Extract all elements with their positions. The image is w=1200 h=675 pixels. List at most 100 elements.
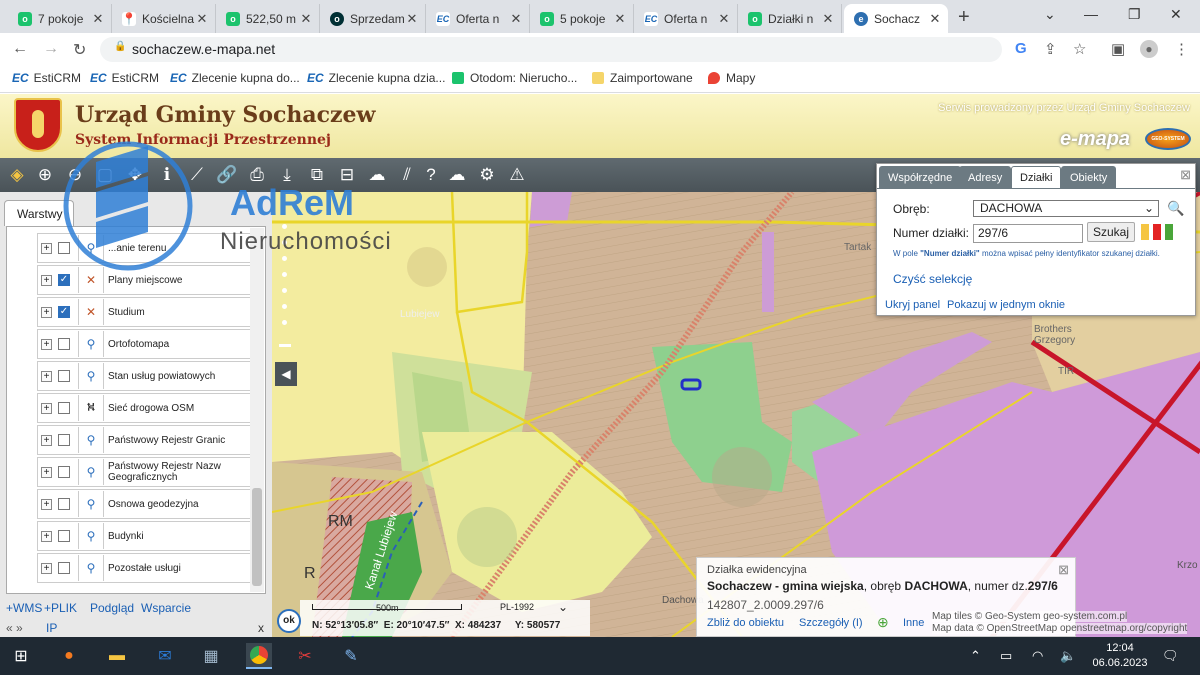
tiles-attribution[interactable]: Map tiles © Geo-System geo-system.com.pl (932, 611, 1128, 622)
details-link[interactable]: Szczegóły (I) (799, 617, 863, 629)
expand-icon[interactable]: + (41, 370, 52, 382)
browser-tab[interactable]: EC Oferta n ✕ (426, 4, 530, 33)
layers-icon[interactable]: ◈ (6, 164, 28, 186)
battery-icon[interactable]: ▭ (1000, 648, 1012, 664)
data-attribution[interactable]: Map data © OpenStreetMap openstreetmap.o… (932, 623, 1188, 634)
hatch-icon[interactable]: ⫽ (396, 164, 418, 186)
expand-icon[interactable]: + (41, 338, 52, 350)
side-panel-icon[interactable]: ▣ (1111, 40, 1125, 58)
close-icon[interactable]: ✕ (928, 11, 942, 27)
expand-icon[interactable]: + (41, 530, 52, 542)
expand-icon[interactable]: + (41, 434, 52, 446)
zoom-step[interactable] (282, 288, 287, 293)
tab-dzialki[interactable]: Działki (1011, 166, 1062, 188)
zoom-handle[interactable] (279, 344, 291, 347)
single-window-link[interactable]: Pokazuj w jednym oknie (947, 299, 1065, 311)
file-explorer-icon[interactable]: ▬ (106, 645, 128, 667)
layer-checkbox[interactable] (58, 466, 70, 478)
expand-icon[interactable]: + (41, 306, 52, 318)
zoom-step[interactable] (282, 272, 287, 277)
layer-row[interactable]: + ✓ ✕ Studium (37, 297, 253, 327)
close-icon[interactable]: ✕ (821, 11, 835, 27)
reload-icon[interactable]: ↻ (73, 40, 86, 60)
menu-kebab-icon[interactable]: ⋮ (1174, 40, 1189, 58)
close-panel-icon[interactable]: ⊠ (1180, 167, 1191, 183)
browser-tab[interactable]: o Działki n ✕ (738, 4, 842, 33)
bookmark-item[interactable]: EC Zlecenie kupna do... (170, 71, 300, 85)
zoom-to-object-link[interactable]: Zbliż do obiektu (707, 617, 784, 629)
wifi-icon[interactable]: ◠ (1032, 648, 1043, 664)
comment-icon[interactable]: ☁ (366, 164, 388, 186)
cloud-icon[interactable]: ☁ (446, 164, 468, 186)
layer-row[interactable]: + ⚲ Budynki (37, 521, 253, 551)
lock-icon[interactable]: 🔒 (114, 41, 126, 52)
tab-wspolrzedne[interactable]: Współrzędne (879, 166, 962, 188)
profile-avatar-icon[interactable]: ● (1140, 40, 1158, 58)
color-green-icon[interactable] (1165, 224, 1173, 240)
forward-icon[interactable]: → (43, 40, 59, 58)
browser-tab[interactable]: o 522,50 m ✕ (216, 4, 320, 33)
layers-scrollbar[interactable] (250, 228, 264, 592)
bookmark-item[interactable]: EC EstiCRM (12, 71, 81, 85)
layer-row[interactable]: + ⚲ Pozostałe usługi (37, 553, 253, 583)
clear-selection-link[interactable]: Czyść selekcję (893, 272, 972, 286)
browser-tab[interactable]: o Sprzedam ✕ (320, 4, 426, 33)
minimize-icon[interactable]: — (1084, 6, 1098, 22)
bookmark-item[interactable]: Mapy (708, 71, 755, 85)
url-input[interactable]: sochaczew.e-mapa.net (100, 37, 1002, 62)
layer-checkbox[interactable] (58, 370, 70, 382)
close-icon[interactable]: ✕ (405, 11, 419, 27)
close-icon[interactable]: ✕ (195, 11, 209, 27)
google-icon[interactable]: G (1015, 40, 1027, 57)
bookmark-item[interactable]: Otodom: Nierucho... (452, 71, 577, 85)
color-yellow-icon[interactable] (1141, 224, 1149, 240)
layer-row[interactable]: + ⛕ Sieć drogowa OSM (37, 393, 253, 423)
close-icon[interactable]: ✕ (717, 11, 731, 27)
bookmark-item[interactable]: EC Zlecenie kupna dzia... (307, 71, 445, 85)
outlook-icon[interactable]: ✉ (154, 645, 176, 667)
windows-start-icon[interactable]: ⊞ (10, 645, 32, 667)
ok-button[interactable]: ok (277, 609, 301, 633)
plus-icon[interactable]: ⊕ (877, 614, 889, 631)
share-icon[interactable]: ⇪ (1044, 40, 1057, 58)
collapse-sidebar-button[interactable]: ◀ (275, 362, 297, 386)
ip-link[interactable]: IP (46, 621, 57, 635)
close-icon[interactable]: ✕ (299, 11, 313, 27)
volume-icon[interactable]: 🔈 (1060, 648, 1076, 664)
bookmark-item[interactable]: EC EstiCRM (90, 71, 159, 85)
browser-tab[interactable]: EC Oferta n ✕ (634, 4, 738, 33)
support-link[interactable]: Wsparcie (141, 601, 191, 615)
layer-row[interactable]: + ⚲ Państwowy Rejestr Nazw Geograficznych (37, 457, 253, 487)
firefox-icon[interactable]: ● (58, 645, 80, 667)
window-close-icon[interactable]: ✕ (1170, 6, 1182, 23)
layer-checkbox[interactable] (58, 434, 70, 446)
notifications-icon[interactable]: 🗨 (1162, 648, 1179, 664)
warning-icon[interactable]: ⚠ (506, 164, 528, 186)
layer-checkbox[interactable] (58, 338, 70, 350)
crs-dropdown-icon[interactable]: ⌄ (558, 600, 568, 614)
sidebar-close[interactable]: x (258, 621, 264, 635)
expand-icon[interactable]: + (41, 498, 52, 510)
paint-icon[interactable]: ✎ (340, 645, 362, 667)
close-icon[interactable]: ✕ (613, 11, 627, 27)
sidebar-arrows[interactable]: « » (6, 621, 23, 635)
close-icon[interactable]: ✕ (91, 11, 105, 27)
layer-checkbox[interactable]: ✓ (58, 274, 70, 286)
layer-checkbox[interactable]: ✓ (58, 306, 70, 318)
scrollbar-thumb[interactable] (252, 488, 262, 586)
expand-icon[interactable]: + (41, 466, 52, 478)
search-icon[interactable]: 🔍 (1167, 200, 1184, 217)
snipping-tool-icon[interactable]: ✂ (294, 645, 316, 667)
help-icon[interactable]: ? (420, 164, 442, 186)
add-wms-link[interactable]: +WMS (6, 601, 42, 615)
calculator-icon[interactable]: ▦ (200, 645, 222, 667)
browser-tab[interactable]: o 5 pokoje ✕ (530, 4, 634, 33)
expand-icon[interactable]: + (41, 274, 52, 286)
browser-tab[interactable]: 📍 Kościelna ✕ (112, 4, 216, 33)
tab-search-icon[interactable]: ⌄ (1044, 6, 1056, 23)
close-popup-icon[interactable]: ⊠ (1058, 562, 1069, 578)
parcel-number-input[interactable]: 297/6 (973, 224, 1083, 243)
layer-checkbox[interactable] (58, 562, 70, 574)
more-link[interactable]: Inne (903, 617, 924, 629)
layer-row[interactable]: + ⚲ Stan usług powiatowych (37, 361, 253, 391)
